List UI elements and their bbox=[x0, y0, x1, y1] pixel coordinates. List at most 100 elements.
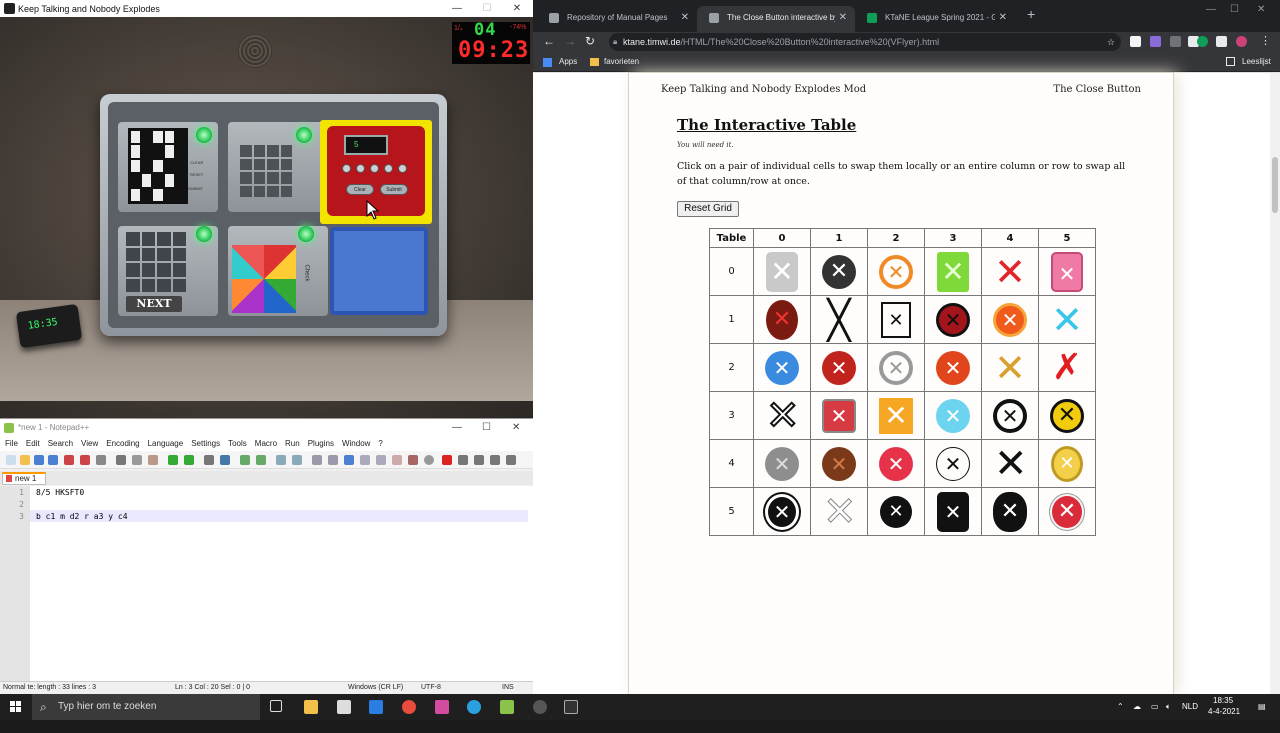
row-header[interactable]: 1 bbox=[709, 295, 754, 344]
table-cell[interactable]: ╳ bbox=[810, 295, 868, 344]
browser-tab[interactable]: Repository of Manual Pages ✕ bbox=[537, 6, 697, 32]
table-cell[interactable]: ✕ bbox=[810, 247, 868, 296]
table-cell[interactable]: ✕ bbox=[981, 487, 1039, 536]
menu-edit[interactable]: Edit bbox=[26, 437, 40, 451]
menu-dots-icon[interactable]: ⋮ bbox=[1260, 34, 1271, 47]
sync-horizontal-icon[interactable] bbox=[292, 455, 302, 465]
close-file-icon[interactable] bbox=[64, 455, 74, 465]
minimize-icon[interactable]: — bbox=[1206, 4, 1216, 15]
language-indicator[interactable]: NLD bbox=[1182, 694, 1198, 720]
sync-scroll-icon[interactable] bbox=[276, 455, 286, 465]
column-header[interactable]: 5 bbox=[1038, 228, 1096, 248]
browser-tab-active[interactable]: The Close Button interactive by V ✕ bbox=[697, 6, 855, 32]
reload-icon[interactable]: ↻ bbox=[585, 34, 595, 48]
doc-map-icon[interactable] bbox=[376, 455, 386, 465]
bookmark-apps[interactable]: Apps bbox=[559, 57, 577, 66]
table-cell[interactable]: ✕ bbox=[867, 391, 925, 440]
word-wrap-icon[interactable] bbox=[312, 455, 322, 465]
table-cell[interactable]: ✕ bbox=[867, 247, 925, 296]
column-header[interactable]: 4 bbox=[981, 228, 1039, 248]
table-cell[interactable]: ✕ bbox=[753, 439, 811, 488]
close-module-clear-button[interactable]: Clear bbox=[346, 184, 374, 195]
tab-close-icon[interactable]: ✕ bbox=[994, 6, 1007, 30]
close-module-dot[interactable] bbox=[342, 164, 351, 173]
back-icon[interactable]: ← bbox=[543, 34, 555, 48]
record-macro-icon[interactable] bbox=[442, 455, 452, 465]
ktane-icon[interactable] bbox=[564, 700, 578, 714]
undo-icon[interactable] bbox=[168, 455, 178, 465]
row-header[interactable]: 4 bbox=[709, 439, 754, 488]
reading-list-icon[interactable] bbox=[1226, 57, 1235, 66]
text-editor[interactable]: 1 2 3 8/5 HKSFT0 b c1 m d2 r a3 y c4 bbox=[0, 486, 533, 681]
row-header[interactable]: 5 bbox=[709, 487, 754, 536]
task-view-icon[interactable] bbox=[270, 700, 282, 712]
color-diamond-grid[interactable] bbox=[232, 245, 296, 313]
menu-run[interactable]: Run bbox=[285, 437, 300, 451]
table-cell[interactable]: ✕ bbox=[867, 295, 925, 344]
monitor-icon[interactable] bbox=[424, 455, 434, 465]
close-module-submit-button[interactable]: Submit bbox=[380, 184, 408, 195]
print-icon[interactable] bbox=[96, 455, 106, 465]
dark-grid[interactable] bbox=[126, 232, 186, 292]
save-icon[interactable] bbox=[34, 455, 44, 465]
table-cell[interactable]: ✕ bbox=[981, 391, 1039, 440]
open-file-icon[interactable] bbox=[20, 455, 30, 465]
close-icon[interactable]: ✕ bbox=[502, 0, 532, 17]
table-cell[interactable]: ✕ bbox=[924, 295, 982, 344]
page-scrollbar-thumb[interactable] bbox=[1272, 157, 1278, 213]
table-cell[interactable]: ✕ bbox=[1038, 295, 1096, 344]
blue-module[interactable] bbox=[330, 227, 428, 315]
app-icon[interactable] bbox=[533, 700, 547, 714]
paste-icon[interactable] bbox=[148, 455, 158, 465]
run-macro-multiple-icon[interactable] bbox=[490, 455, 500, 465]
new-file-icon[interactable] bbox=[6, 455, 16, 465]
row-header[interactable]: 2 bbox=[709, 343, 754, 392]
notifications-icon[interactable]: ▤ bbox=[1258, 694, 1266, 720]
lock-icon[interactable]: 🔒︎ bbox=[613, 33, 617, 51]
table-cell[interactable]: ✕ bbox=[867, 487, 925, 536]
folder-icon[interactable] bbox=[590, 58, 599, 66]
column-header[interactable]: 0 bbox=[753, 228, 811, 248]
table-cell[interactable]: ✕ bbox=[981, 439, 1039, 488]
table-cell[interactable]: ✕ bbox=[924, 439, 982, 488]
zoom-in-icon[interactable] bbox=[240, 455, 250, 465]
lang-icon[interactable] bbox=[360, 455, 370, 465]
table-cell[interactable]: ✕ bbox=[1038, 391, 1096, 440]
taskbar-search[interactable]: ⌕ Typ hier om te zoeken bbox=[32, 694, 260, 720]
file-tab[interactable]: new 1 bbox=[2, 472, 46, 485]
column-header[interactable]: 3 bbox=[924, 228, 982, 248]
bookmark-favorieten[interactable]: favorieten bbox=[604, 57, 639, 66]
row-header[interactable]: 0 bbox=[709, 247, 754, 296]
table-cell[interactable]: ✕ bbox=[924, 487, 982, 536]
address-bar[interactable]: 🔒︎ ktane.timwi.de/HTML/The%20Close%20But… bbox=[609, 33, 1121, 51]
status-mode[interactable]: INS bbox=[502, 684, 514, 691]
row-header[interactable]: 3 bbox=[709, 391, 754, 440]
browser-window[interactable]: Repository of Manual Pages ✕ The Close B… bbox=[533, 0, 1280, 694]
play-macro-icon[interactable] bbox=[474, 455, 484, 465]
status-eol[interactable]: Windows (CR LF) bbox=[348, 684, 403, 691]
code-line[interactable]: 8/5 HKSFT0 bbox=[36, 488, 84, 497]
file-explorer-icon[interactable] bbox=[304, 700, 318, 714]
table-cell[interactable]: ✕ bbox=[753, 487, 811, 536]
table-cell[interactable]: ✕ bbox=[924, 247, 982, 296]
cut-icon[interactable] bbox=[116, 455, 126, 465]
menu-help[interactable]: ? bbox=[378, 437, 382, 451]
close-all-icon[interactable] bbox=[80, 455, 90, 465]
table-cell[interactable]: ✕ bbox=[924, 391, 982, 440]
table-cell[interactable]: ✕ bbox=[924, 343, 982, 392]
grey-grid[interactable] bbox=[240, 145, 292, 197]
reading-list[interactable]: Leeslijst bbox=[1242, 57, 1271, 66]
close-icon[interactable]: ✕ bbox=[512, 419, 520, 437]
stop-macro-icon[interactable] bbox=[458, 455, 468, 465]
column-header[interactable]: 2 bbox=[867, 228, 925, 248]
mail-icon[interactable] bbox=[369, 700, 383, 714]
menu-file[interactable]: File bbox=[5, 437, 18, 451]
function-list-icon[interactable] bbox=[392, 455, 402, 465]
new-tab-icon[interactable]: + bbox=[1027, 6, 1035, 22]
extension-icon[interactable] bbox=[1197, 36, 1208, 47]
tab-close-icon[interactable]: ✕ bbox=[834, 6, 847, 30]
table-cell[interactable]: ✕ bbox=[981, 343, 1039, 392]
table-cell[interactable]: ✕ bbox=[753, 295, 811, 344]
table-cell[interactable]: ✕ bbox=[1038, 439, 1096, 488]
forward-icon[interactable]: → bbox=[564, 34, 576, 48]
